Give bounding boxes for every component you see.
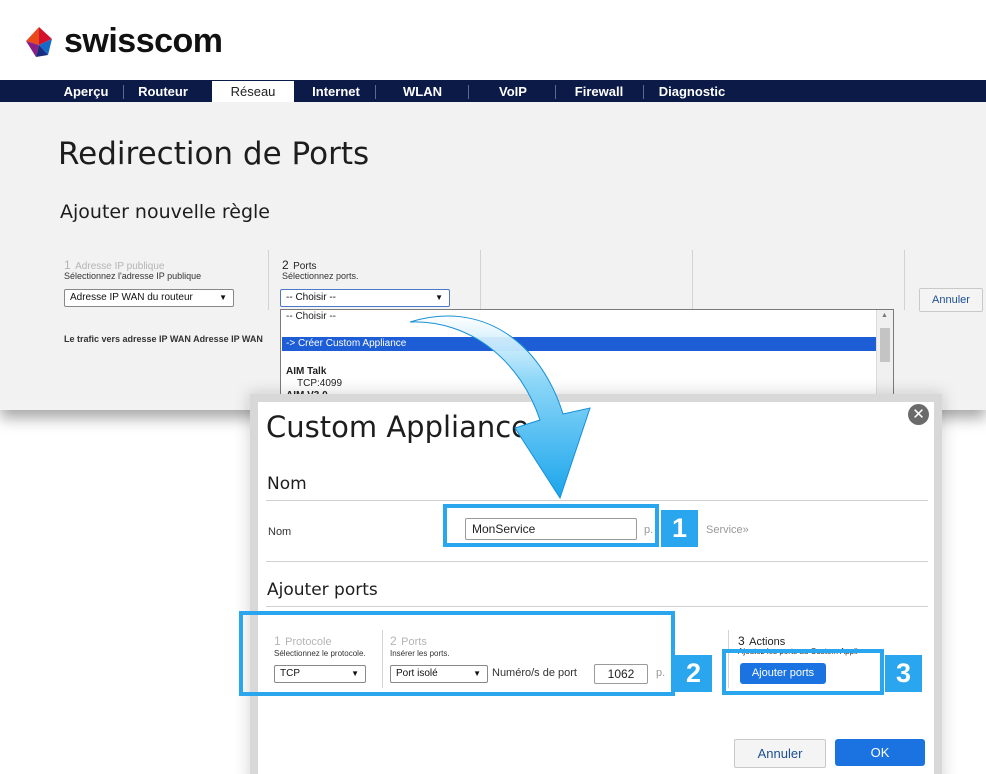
- tab-internet[interactable]: Internet: [305, 83, 367, 102]
- callout-frame-1: [443, 504, 659, 547]
- swisscom-logo-icon: [22, 25, 56, 59]
- tab-firewall[interactable]: Firewall: [560, 83, 638, 102]
- brand-name: swisscom: [64, 22, 223, 60]
- step2-hint: Sélectionnez ports.: [282, 271, 359, 281]
- dialog-title: Custom Appliance: [266, 410, 530, 444]
- tab-diagnostic[interactable]: Diagnostic: [648, 83, 736, 102]
- column-divider: [480, 250, 481, 310]
- nav-divider: [468, 85, 469, 99]
- cancel-button[interactable]: Annuler: [919, 288, 983, 312]
- callout-number-2: 2: [675, 655, 712, 692]
- ok-button[interactable]: OK: [835, 739, 925, 766]
- callout-number-1: 1: [661, 510, 698, 547]
- dropdown-option-label: -> Créer Custom Appliance: [286, 338, 407, 349]
- dropdown-option[interactable]: -- Choisir --: [286, 311, 336, 322]
- name-label: Nom: [268, 526, 292, 538]
- public-ip-select[interactable]: Adresse IP WAN du routeur ▼: [64, 289, 234, 307]
- divider: [266, 606, 928, 607]
- ports-dropdown-list: -- Choisir -- -> Créer Custom Appliance …: [280, 309, 894, 410]
- callout-frame-2: [239, 611, 675, 696]
- nav-divider: [643, 85, 644, 99]
- section-heading: Ajouter nouvelle règle: [60, 201, 270, 223]
- router-page-screenshot: swisscom Aperçu Routeur Réseau Internet …: [0, 0, 986, 410]
- public-ip-select-value: Adresse IP WAN du routeur: [70, 292, 193, 303]
- page-title: Redirection de Ports: [58, 136, 370, 172]
- tab-apercu[interactable]: Aperçu: [55, 83, 117, 102]
- column-divider: [268, 250, 269, 310]
- dropdown-option[interactable]: AIM V3.0: [286, 390, 328, 401]
- callout-number-3: 3: [885, 655, 922, 692]
- nav-divider: [123, 85, 124, 99]
- close-icon[interactable]: ✕: [908, 404, 929, 425]
- tab-voip[interactable]: VoIP: [478, 83, 548, 102]
- header: swisscom: [0, 0, 986, 80]
- divider: [266, 500, 928, 501]
- step-number: 1: [64, 258, 71, 272]
- nav-divider: [375, 85, 376, 99]
- swisscom-logo[interactable]: swisscom: [22, 22, 223, 61]
- scroll-up-icon[interactable]: ▲: [881, 312, 888, 319]
- column-divider: [692, 250, 693, 310]
- dropdown-option-selected[interactable]: -> Créer Custom Appliance: [282, 337, 879, 351]
- scrollbar-thumb[interactable]: [880, 328, 890, 362]
- traffic-note: Le trafic vers adresse IP WAN Adresse IP…: [64, 334, 263, 344]
- divider: [266, 561, 928, 562]
- ports-select[interactable]: -- Choisir -- ▼: [280, 289, 450, 307]
- ports-section-heading: Ajouter ports: [267, 580, 378, 600]
- dropdown-scrollbar[interactable]: ▲: [876, 310, 893, 409]
- tab-routeur[interactable]: Routeur: [128, 83, 198, 102]
- tab-wlan[interactable]: WLAN: [385, 83, 460, 102]
- nav-divider: [555, 85, 556, 99]
- dropdown-option-detail: TCP:4099: [297, 378, 343, 389]
- dropdown-arrow-icon: ▼: [219, 293, 227, 302]
- dialog-cancel-button[interactable]: Annuler: [734, 739, 826, 768]
- custom-appliance-dialog: Custom Appliance Nom Nom MonService p. S…: [258, 402, 934, 774]
- step-number: 2: [282, 258, 289, 272]
- main-nav: Aperçu Routeur Réseau Internet WLAN VoIP…: [0, 80, 986, 102]
- tab-reseau[interactable]: Réseau: [212, 81, 294, 102]
- column-divider: [904, 250, 905, 310]
- dropdown-option[interactable]: AIM Talk: [286, 366, 326, 377]
- step1-hint: Sélectionnez l'adresse IP publique: [64, 271, 202, 281]
- dropdown-arrow-icon: ▼: [435, 293, 443, 302]
- name-section-heading: Nom: [267, 474, 307, 494]
- callout-frame-3: [722, 649, 884, 695]
- name-hint-suffix: Service»: [706, 524, 749, 536]
- ports-select-value: -- Choisir --: [286, 292, 336, 303]
- step-number: 3: [738, 634, 745, 648]
